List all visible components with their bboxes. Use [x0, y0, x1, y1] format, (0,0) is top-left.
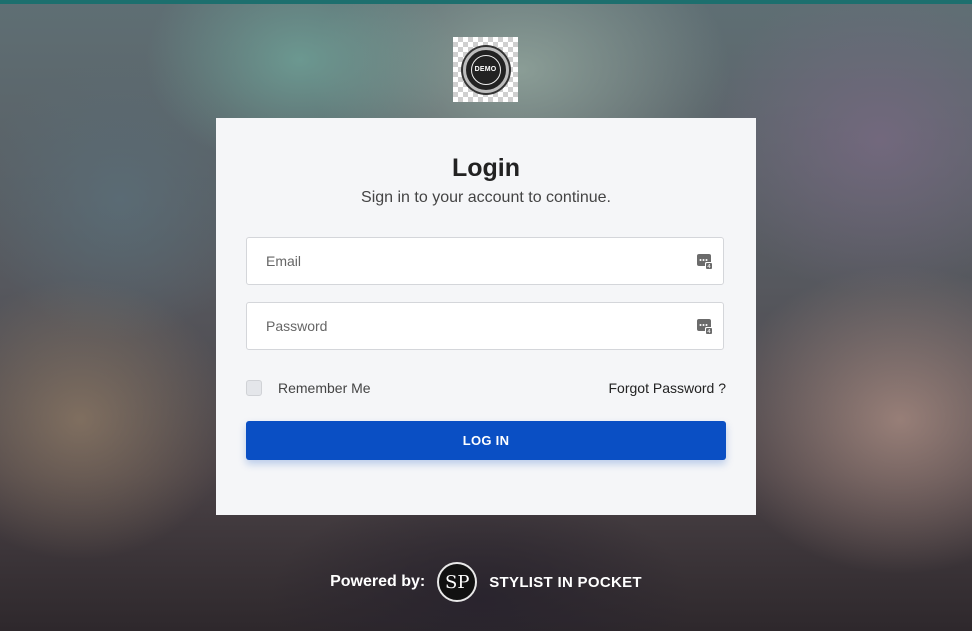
brand-name: STYLIST IN POCKET [489, 573, 642, 591]
page-title: Login [451, 154, 521, 182]
svg-text:4: 4 [707, 264, 711, 270]
top-strip [0, 0, 972, 4]
powered-by-footer: Powered by: SP STYLIST IN POCKET [0, 562, 972, 602]
brand-logo-icon: SP [437, 562, 478, 602]
remember-me-checkbox[interactable] [246, 380, 262, 396]
company-logo: DEMO [453, 37, 518, 102]
login-card: Login Sign in to your account to continu… [216, 118, 756, 515]
password-manager-icon[interactable]: 4 [696, 253, 713, 270]
login-page: DEMO Login Sign in to your account to co… [0, 0, 972, 631]
svg-text:4: 4 [707, 329, 711, 335]
email-field-container: 4 [246, 237, 724, 285]
login-button[interactable]: LOG IN [246, 421, 726, 460]
password-manager-icon[interactable]: 4 [696, 318, 713, 335]
password-field[interactable] [247, 303, 687, 349]
email-field[interactable] [247, 238, 687, 284]
brand-logo-text: SP [445, 571, 470, 593]
powered-by-label: Powered by: [330, 573, 426, 590]
remember-me-label[interactable]: Remember Me [278, 380, 371, 396]
page-subtitle: Sign in to your account to continue. [361, 189, 611, 206]
forgot-password-link[interactable]: Forgot Password ? [609, 380, 727, 396]
logo-text: DEMO [470, 54, 501, 85]
demo-logo-icon: DEMO [462, 46, 509, 93]
remember-me: Remember Me [246, 380, 371, 396]
password-field-container: 4 [246, 302, 724, 350]
